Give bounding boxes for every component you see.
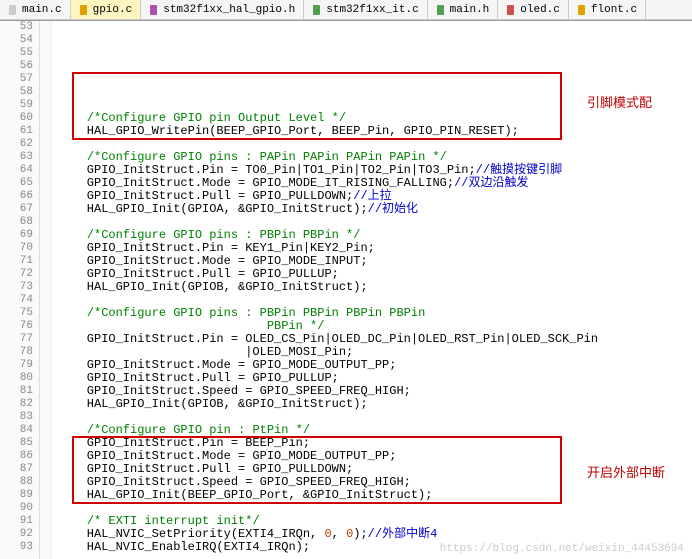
line-number: 58 [0,86,33,99]
watermark: https://blog.csdn.net/weixin_44453694 [440,543,684,555]
file-icon [577,5,587,15]
line-number: 83 [0,411,33,424]
line-number: 86 [0,450,33,463]
annotation-pins: 引脚模式配 [587,96,652,109]
tab-label: gpio.c [93,4,133,16]
code-line: HAL_GPIO_Init(GPIOB, &GPIO_InitStruct); [58,281,692,294]
line-number: 72 [0,268,33,281]
line-number: 56 [0,60,33,73]
tab-main-c[interactable]: main.c [0,0,71,19]
line-number: 65 [0,177,33,190]
code-editor: 5354555657585960616263646566676869707172… [0,20,692,559]
line-number: 78 [0,346,33,359]
tab-oled-c[interactable]: oled.c [498,0,569,19]
tab-stm32f1xx_it-c[interactable]: stm32f1xx_it.c [304,0,427,19]
line-number: 87 [0,463,33,476]
tab-label: oled.c [520,4,560,16]
tab-flont-c[interactable]: flont.c [569,0,646,19]
line-number: 84 [0,424,33,437]
line-number: 69 [0,229,33,242]
line-number: 81 [0,385,33,398]
line-number-gutter: 5354555657585960616263646566676869707172… [0,21,40,559]
tab-label: flont.c [591,4,637,16]
line-number: 71 [0,255,33,268]
tab-label: stm32f1xx_it.c [326,4,418,16]
line-number: 88 [0,476,33,489]
file-icon [8,5,18,15]
line-number: 75 [0,307,33,320]
line-number: 64 [0,164,33,177]
file-icon [149,5,159,15]
code-line: HAL_GPIO_Init(BEEP_GPIO_Port, &GPIO_Init… [58,489,692,502]
line-number: 70 [0,242,33,255]
line-number: 92 [0,528,33,541]
line-number: 74 [0,294,33,307]
line-number: 60 [0,112,33,125]
tab-main-h[interactable]: main.h [428,0,499,19]
line-number: 79 [0,359,33,372]
line-number: 67 [0,203,33,216]
line-number: 89 [0,489,33,502]
tab-label: stm32f1xx_hal_gpio.h [163,4,295,16]
file-icon [79,5,89,15]
code-line: HAL_GPIO_Init(GPIOA, &GPIO_InitStruct);/… [58,203,692,216]
file-icon [506,5,516,15]
tab-bar: main.c gpio.c stm32f1xx_hal_gpio.h stm32f1x… [0,0,692,20]
line-number: 85 [0,437,33,450]
line-number: 54 [0,34,33,47]
line-number: 61 [0,125,33,138]
line-number: 53 [0,21,33,34]
annotation-exti: 开启外部中断 [587,466,665,479]
line-number: 80 [0,372,33,385]
tab-label: main.c [22,4,62,16]
line-number: 76 [0,320,33,333]
line-number: 63 [0,151,33,164]
line-number: 57 [0,73,33,86]
fold-bar [40,21,52,559]
code-line: HAL_GPIO_Init(GPIOB, &GPIO_InitStruct); [58,398,692,411]
line-number: 59 [0,99,33,112]
line-number: 62 [0,138,33,151]
line-number: 73 [0,281,33,294]
file-icon [312,5,322,15]
line-number: 90 [0,502,33,515]
file-icon [436,5,446,15]
line-number: 91 [0,515,33,528]
line-number: 68 [0,216,33,229]
tab-gpio-c[interactable]: gpio.c [71,0,142,19]
tab-label: main.h [450,4,490,16]
line-number: 77 [0,333,33,346]
line-number: 66 [0,190,33,203]
line-number: 93 [0,541,33,554]
code-line: HAL_GPIO_WritePin(BEEP_GPIO_Port, BEEP_P… [58,125,692,138]
line-number: 55 [0,47,33,60]
tab-stm32f1xx_hal_gpio-h[interactable]: stm32f1xx_hal_gpio.h [141,0,304,19]
code-area[interactable]: 引脚模式配 开启外部中断 /*Configure GPIO pin Output… [52,21,692,559]
line-number: 82 [0,398,33,411]
